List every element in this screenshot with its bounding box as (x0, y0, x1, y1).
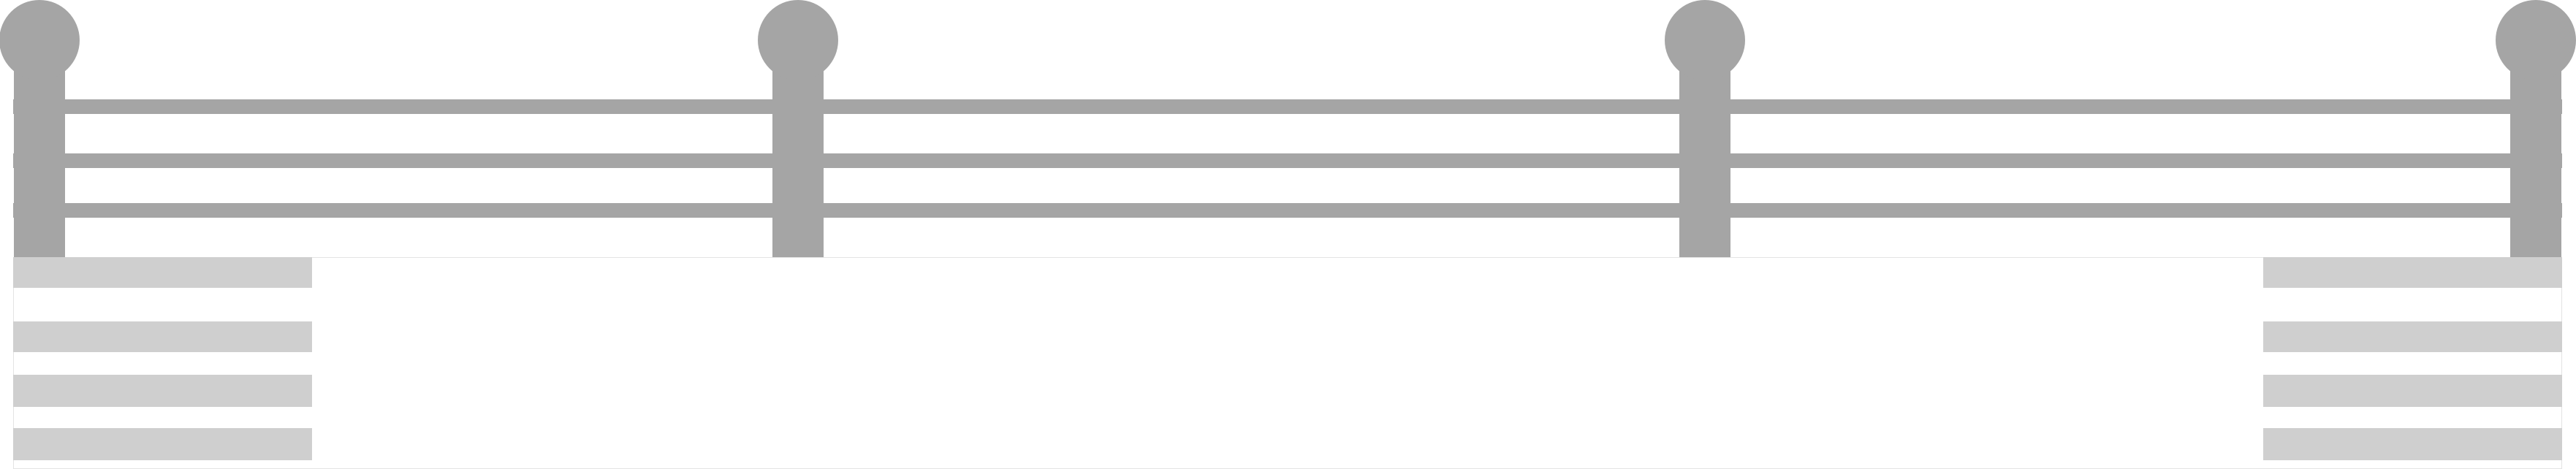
fence-post-cap-2 (758, 0, 838, 80)
banner-stripe-left-4 (13, 428, 312, 460)
fence-post-2 (772, 51, 824, 257)
fence-rail-3 (13, 203, 2562, 218)
banner-panel (13, 257, 2562, 469)
banner-stripe-right-2 (2263, 321, 2562, 352)
fence-illustration (0, 0, 2576, 469)
banner-stripe-left-2 (13, 321, 312, 352)
fence-post-cap-1 (0, 0, 80, 80)
fence-rail-1 (13, 99, 2562, 114)
fence-rail-2 (13, 153, 2562, 168)
fence-post-cap-4 (2496, 0, 2576, 80)
banner-stripe-right-3 (2263, 375, 2562, 407)
fence-post-4 (2510, 51, 2561, 257)
banner-stripe-left-1 (13, 257, 312, 288)
fence-post-cap-3 (1665, 0, 1745, 80)
banner-stripe-right-1 (2263, 257, 2562, 288)
fence-post-1 (14, 51, 65, 257)
fence-post-3 (1679, 51, 1730, 257)
banner-stripe-right-4 (2263, 428, 2562, 460)
banner-stripe-left-3 (13, 375, 312, 407)
